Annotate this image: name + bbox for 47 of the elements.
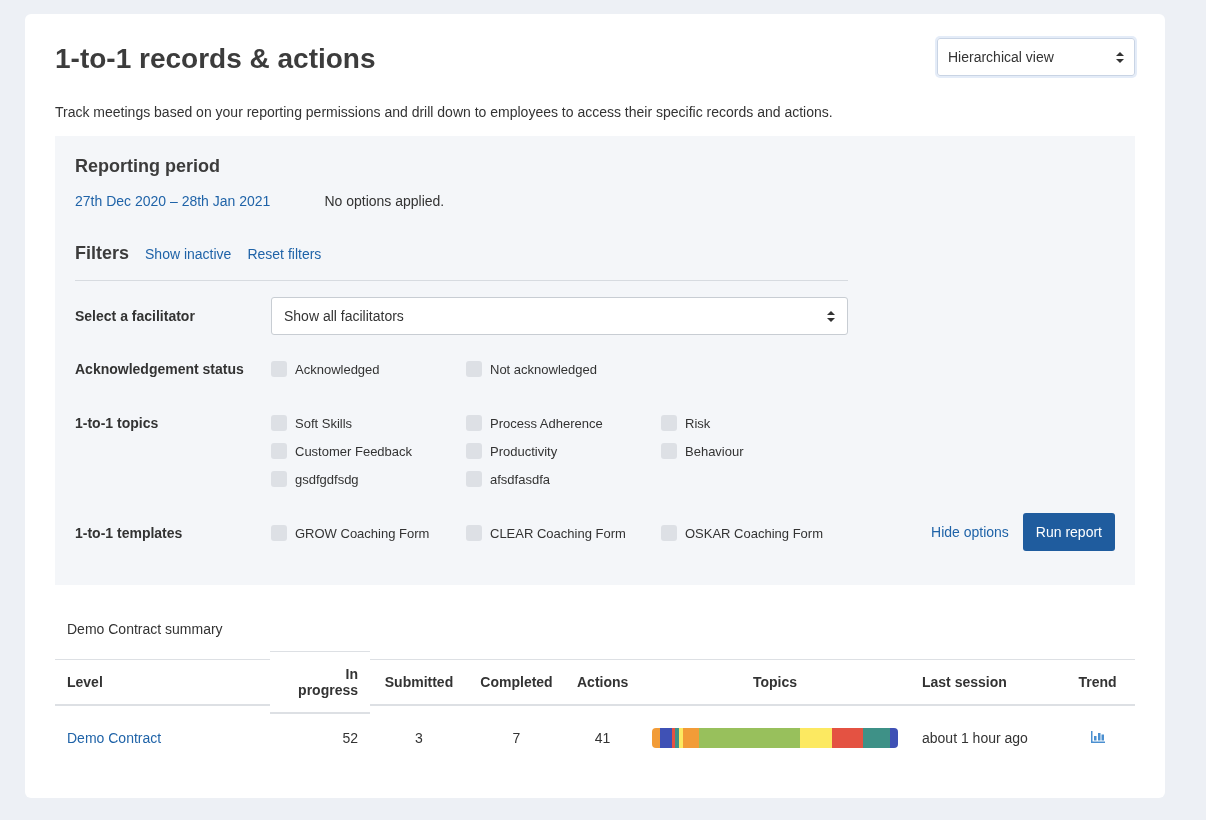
checkbox-label: Process Adherence bbox=[490, 415, 603, 431]
sort-arrows-icon bbox=[1116, 51, 1124, 63]
table-cell-text: 7 bbox=[511, 729, 522, 748]
field-label: Select a facilitator bbox=[75, 308, 196, 324]
field-label: 1-to-1 templates bbox=[75, 525, 184, 541]
checkbox-label: Productivity bbox=[490, 443, 558, 459]
table-cell-text: 3 bbox=[414, 729, 424, 748]
checkbox-label: Soft Skills bbox=[295, 415, 353, 431]
view-select[interactable]: Hierarchical view bbox=[937, 38, 1135, 76]
checkbox-label: GROW Coaching Form bbox=[295, 525, 430, 541]
table-cell-text: 52 bbox=[341, 729, 359, 748]
column-header: Trend bbox=[1060, 659, 1135, 706]
field-label: 1-to-1 topics bbox=[75, 415, 160, 431]
checkbox-label: Risk bbox=[685, 415, 711, 431]
hide-options-link[interactable]: Hide options bbox=[931, 524, 1009, 540]
level-link[interactable]: Demo Contract bbox=[67, 730, 162, 746]
column-header: Submitted bbox=[370, 659, 468, 706]
table-cell-text: about 1 hour ago bbox=[921, 729, 1029, 748]
column-header: Last session bbox=[910, 659, 1060, 706]
facilitator-select[interactable]: Show all facilitators bbox=[271, 297, 848, 335]
column-header: Level bbox=[55, 659, 270, 706]
checkbox-label: Acknowledged bbox=[295, 361, 380, 377]
section-heading: Reporting period bbox=[75, 156, 221, 177]
column-header: In progress bbox=[270, 651, 370, 714]
sort-arrows-icon bbox=[827, 310, 835, 322]
table-cell-text: 41 bbox=[593, 729, 612, 748]
checkbox-label: CLEAR Coaching Form bbox=[490, 525, 626, 541]
checkbox-label: Customer Feedback bbox=[295, 443, 413, 459]
summary-title: Demo Contract summary bbox=[66, 620, 224, 639]
checkbox-label: afsdfasdfa bbox=[490, 471, 550, 487]
checkbox-label: Not acknowledged bbox=[490, 361, 597, 377]
checkbox-label: Behaviour bbox=[685, 443, 744, 459]
checkbox-label: OSKAR Coaching Form bbox=[685, 525, 823, 541]
run-report-button[interactable]: Run report bbox=[1022, 513, 1115, 551]
column-header: Actions bbox=[565, 659, 640, 706]
page-title: 1-to-1 records & actions bbox=[55, 43, 376, 75]
column-header: Completed bbox=[468, 659, 565, 706]
description: Track meetings based on your reporting permissions and drill down to employees to access their specific records and actions. bbox=[55, 104, 834, 120]
section-heading: Filters bbox=[75, 243, 130, 264]
filter-link[interactable]: Show inactive bbox=[145, 245, 232, 262]
filter-link[interactable]: Reset filters bbox=[247, 245, 322, 262]
date-range-link[interactable]: 27th Dec 2020 – 28th Jan 2021 bbox=[75, 193, 271, 209]
checkbox-label: gsdfgdfsdg bbox=[295, 471, 359, 487]
options-note: No options applied. bbox=[324, 193, 445, 209]
bar-chart-icon[interactable] bbox=[1090, 731, 1105, 743]
column-header: Topics bbox=[640, 659, 910, 706]
field-label: Acknowledgement status bbox=[75, 361, 245, 377]
